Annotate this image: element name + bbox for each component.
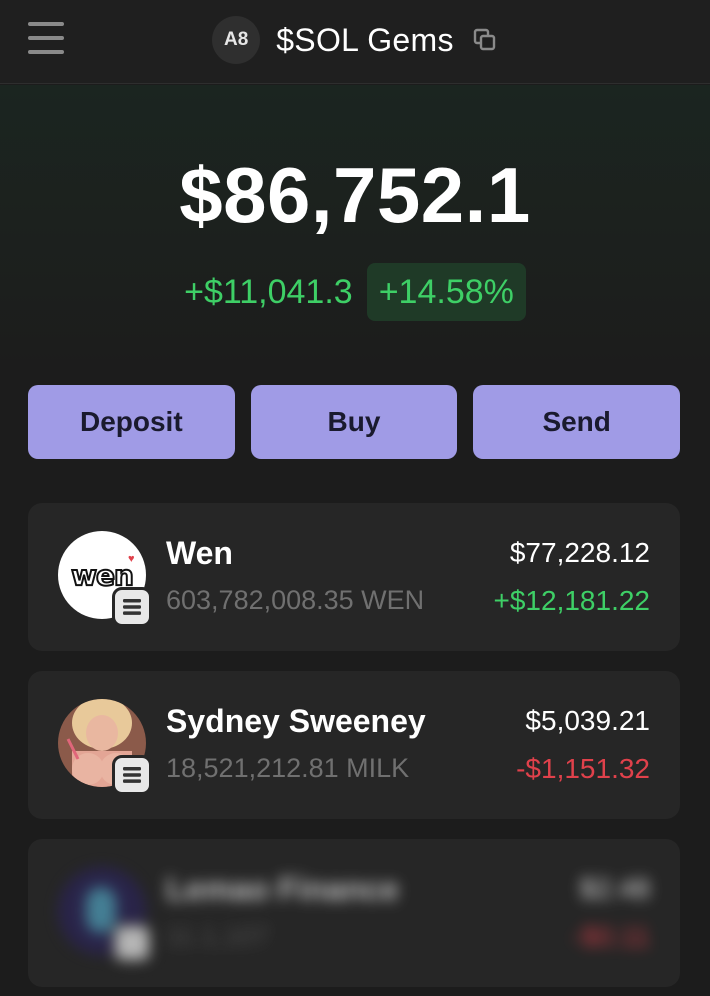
copy-icon[interactable] <box>472 27 498 53</box>
change-percent-badge: +14.58% <box>366 263 526 321</box>
token-name: Lemao Finance <box>166 871 399 907</box>
action-buttons: Deposit Buy Send <box>28 385 681 459</box>
token-amount: 18,521,212.81 MILK <box>166 753 410 783</box>
token-change: -$1,151.32 <box>516 753 650 784</box>
wallet-avatar[interactable]: A8 <box>212 16 261 64</box>
token-value: $5,039.21 <box>525 705 650 736</box>
buy-button[interactable]: Buy <box>250 385 458 459</box>
token-amount: 11.1,107 <box>166 921 270 951</box>
deposit-button[interactable]: Deposit <box>28 385 235 459</box>
token-row-sydney-sweeney[interactable]: Sydney Sweeney 18,521,212.81 MILK $5,039… <box>28 671 680 819</box>
wallet-selector[interactable]: A8 $SOL Gems <box>0 14 710 66</box>
token-amount: 603,782,008.35 WEN <box>166 585 425 615</box>
solana-chain-icon <box>112 923 152 963</box>
change-amount: +$11,041.3 <box>184 272 353 311</box>
top-bar: A8 $SOL Gems <box>0 0 710 84</box>
token-value: $77,228.12 <box>509 537 650 568</box>
token-row-wen[interactable]: wen ♥ Wen 603,782,008.35 WEN $77,228.12 … <box>28 503 680 651</box>
token-row-blurred[interactable]: Lemao Finance 11.1,107 $2.48 -$0.11 <box>28 839 680 987</box>
solana-chain-icon <box>112 755 152 795</box>
token-name: Sydney Sweeney <box>166 703 426 739</box>
token-name: Wen <box>166 535 233 571</box>
wallet-name[interactable]: $SOL Gems <box>276 22 454 59</box>
token-change: -$0.11 <box>572 921 650 952</box>
total-balance: $86,752.1 <box>179 151 531 239</box>
blurred-content: Lemao Finance 11.1,107 $2.48 -$0.11 <box>28 839 680 987</box>
token-value: $2.48 <box>579 873 650 904</box>
send-button[interactable]: Send <box>473 385 681 459</box>
solana-chain-icon <box>112 587 152 627</box>
heart-icon: ♥ <box>128 553 135 565</box>
balance-change: +$11,041.3 +14.58% <box>0 262 710 322</box>
token-change: +$12,181.22 <box>493 585 651 616</box>
